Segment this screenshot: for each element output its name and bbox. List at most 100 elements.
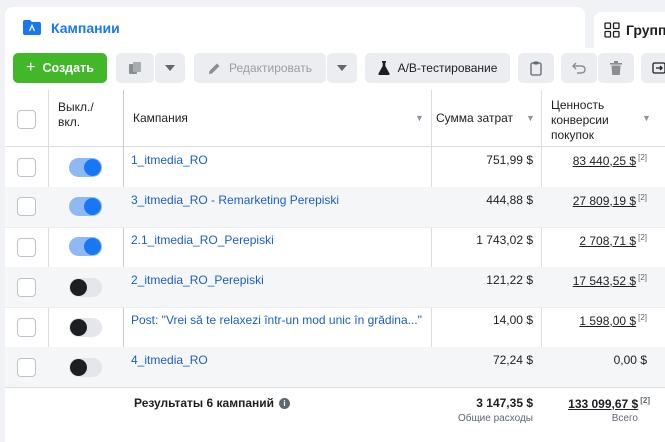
undo-button[interactable] [561,53,597,83]
results-summary: Результаты 6 кампаний i [134,396,291,410]
sort-icon: ▼ [415,113,424,123]
conversion-value: 0,00 $ [614,353,647,367]
sort-icon: ▼ [642,113,651,123]
spend-value: 121,22 $ [486,273,533,287]
toggle-knob [70,319,87,336]
campaign-toggle[interactable] [69,237,102,256]
conversion-value[interactable]: 1 598,00 $ [2] [579,313,647,328]
campaign-name-link[interactable]: 2.1_itmedia_RO_Perepiski [131,233,274,247]
header-campaign[interactable]: Кампания [133,111,188,125]
create-button[interactable]: + Создать [13,53,107,83]
tab-bar: Кампании Группы [0,0,665,48]
export-icon [652,62,665,74]
ab-test-button[interactable]: A/B-тестирование [365,53,510,83]
row-checkbox[interactable] [17,158,36,177]
spend-value: 14,00 $ [492,313,533,327]
create-button-label: Создать [42,61,94,75]
conversion-value[interactable]: 27 809,19 $ [2] [573,193,647,208]
campaign-name-link[interactable]: 1_itmedia_RO [131,153,208,167]
attribution-note: [2] [638,273,647,282]
sort-icon: ▼ [526,113,535,123]
campaign-toggle[interactable] [69,358,102,377]
campaign-toggle[interactable] [69,318,102,337]
header-spend-label: Сумма затрат [436,111,514,125]
table-row[interactable]: 4_itmedia_RO 72,24 $ 0,00 $ [5,347,665,387]
table-row[interactable]: 3_itmedia_RO - Remarketing Perepiski 444… [5,187,665,227]
export-button[interactable] [641,53,665,83]
conversion-value-number: 2 708,71 $ [579,234,637,248]
campaign-toggle[interactable] [69,197,102,216]
row-checkbox[interactable] [17,278,36,297]
tab-campaigns-label: Кампании [51,19,120,36]
campaign-name-link[interactable]: 2_itmedia_RO_Perepiski [131,273,264,287]
conversion-value-number: 1 598,00 $ [579,314,637,328]
conversion-value-number: 83 440,25 $ [572,154,637,168]
delete-button[interactable] [598,53,634,83]
table-row[interactable]: Post: "Vrei să te relaxezi într-un mod u… [5,307,665,347]
total-conversion-caption: Всего [611,413,638,424]
trash-icon [610,61,622,75]
tab-adsets-label: Группы [626,22,665,38]
table-row[interactable]: 2.1_itmedia_RO_Perepiski 1 743,02 $ 2 70… [5,227,665,267]
spend-value: 72,24 $ [492,353,533,367]
toggle-knob [84,238,101,255]
campaign-name-link[interactable]: 4_itmedia_RO [131,353,208,367]
conversion-value-number: 17 543,52 $ [572,274,637,288]
pencil-icon [209,63,220,74]
conversion-value[interactable]: 2 708,71 $ [2] [579,233,647,248]
toggle-knob [70,359,87,376]
table-row[interactable]: 1_itmedia_RO 751,99 $ 83 440,25 $ [2] [5,147,665,187]
results-summary-label: Результаты 6 кампаний [134,396,275,410]
clipboard-button[interactable] [518,53,554,83]
info-icon[interactable]: i [279,397,291,409]
table-footer: Результаты 6 кампаний i 3 147,35 $ Общие… [5,387,665,442]
select-all-checkbox[interactable] [17,110,36,129]
conversion-value[interactable]: 17 543,52 $ [2] [573,273,647,288]
duplicate-button[interactable] [116,53,154,83]
total-spend-caption: Общие расходы [457,413,533,424]
campaign-name-link[interactable]: Post: "Vrei să te relaxezi într-un mod u… [131,313,422,327]
caret-down-icon [165,65,175,71]
header-spend[interactable]: Сумма затрат [436,111,513,125]
conversion-value-number: 0,00 $ [613,353,647,367]
tab-adsets[interactable]: Группы [594,12,665,48]
table-row[interactable]: 2_itmedia_RO_Perepiski 121,22 $ 17 543,5… [5,267,665,307]
campaign-name-link[interactable]: 3_itmedia_RO - Remarketing Perepiski [131,193,339,207]
toggle-knob [84,159,101,176]
total-spend: 3 147,35 $ [476,396,533,410]
campaign-toggle[interactable] [69,158,102,177]
spend-value: 1 743,02 $ [476,233,533,247]
spend-value: 751,99 $ [486,153,533,167]
total-conversion-value-number: 133 099,67 $ [568,397,639,411]
toggle-knob [84,198,101,215]
duplicate-dropdown[interactable] [155,53,185,83]
conversion-value[interactable]: 83 440,25 $ [2] [573,153,647,168]
edit-button-label: Редактировать [229,61,312,75]
row-checkbox[interactable] [17,358,36,377]
campaign-toggle[interactable] [69,278,102,297]
attribution-note: [2] [638,233,647,242]
attribution-note: [2] [638,193,647,202]
edit-dropdown[interactable] [327,53,357,83]
header-value[interactable]: Ценность конверсии покупок [551,98,609,143]
edit-button[interactable]: Редактировать [194,53,326,83]
header-toggle[interactable]: Выкл./ вкл. [58,100,94,130]
total-conversion-value[interactable]: 133 099,67 $ [2] [568,396,650,411]
campaigns-table: Выкл./ вкл. Кампания ▼ Сумма затрат ▼ Це… [5,90,665,442]
attribution-note: [2] [638,313,647,322]
toolbar: + Создать Редактировать A/B-тестирование [5,48,665,90]
toggle-knob [70,279,87,296]
undo-icon [572,62,586,74]
row-checkbox[interactable] [17,238,36,257]
duplicate-icon [129,62,141,74]
tab-campaigns[interactable]: Кампании [5,7,585,48]
caret-down-icon [337,65,347,71]
row-checkbox[interactable] [17,318,36,337]
ab-test-label: A/B-тестирование [397,61,498,75]
attribution-note: [2] [640,396,650,405]
row-checkbox[interactable] [17,197,36,216]
grid-icon [604,22,620,38]
conversion-value-number: 27 809,19 $ [572,194,637,208]
table-header: Выкл./ вкл. Кампания ▼ Сумма затрат ▼ Це… [5,90,665,147]
spend-value: 444,88 $ [486,193,533,207]
